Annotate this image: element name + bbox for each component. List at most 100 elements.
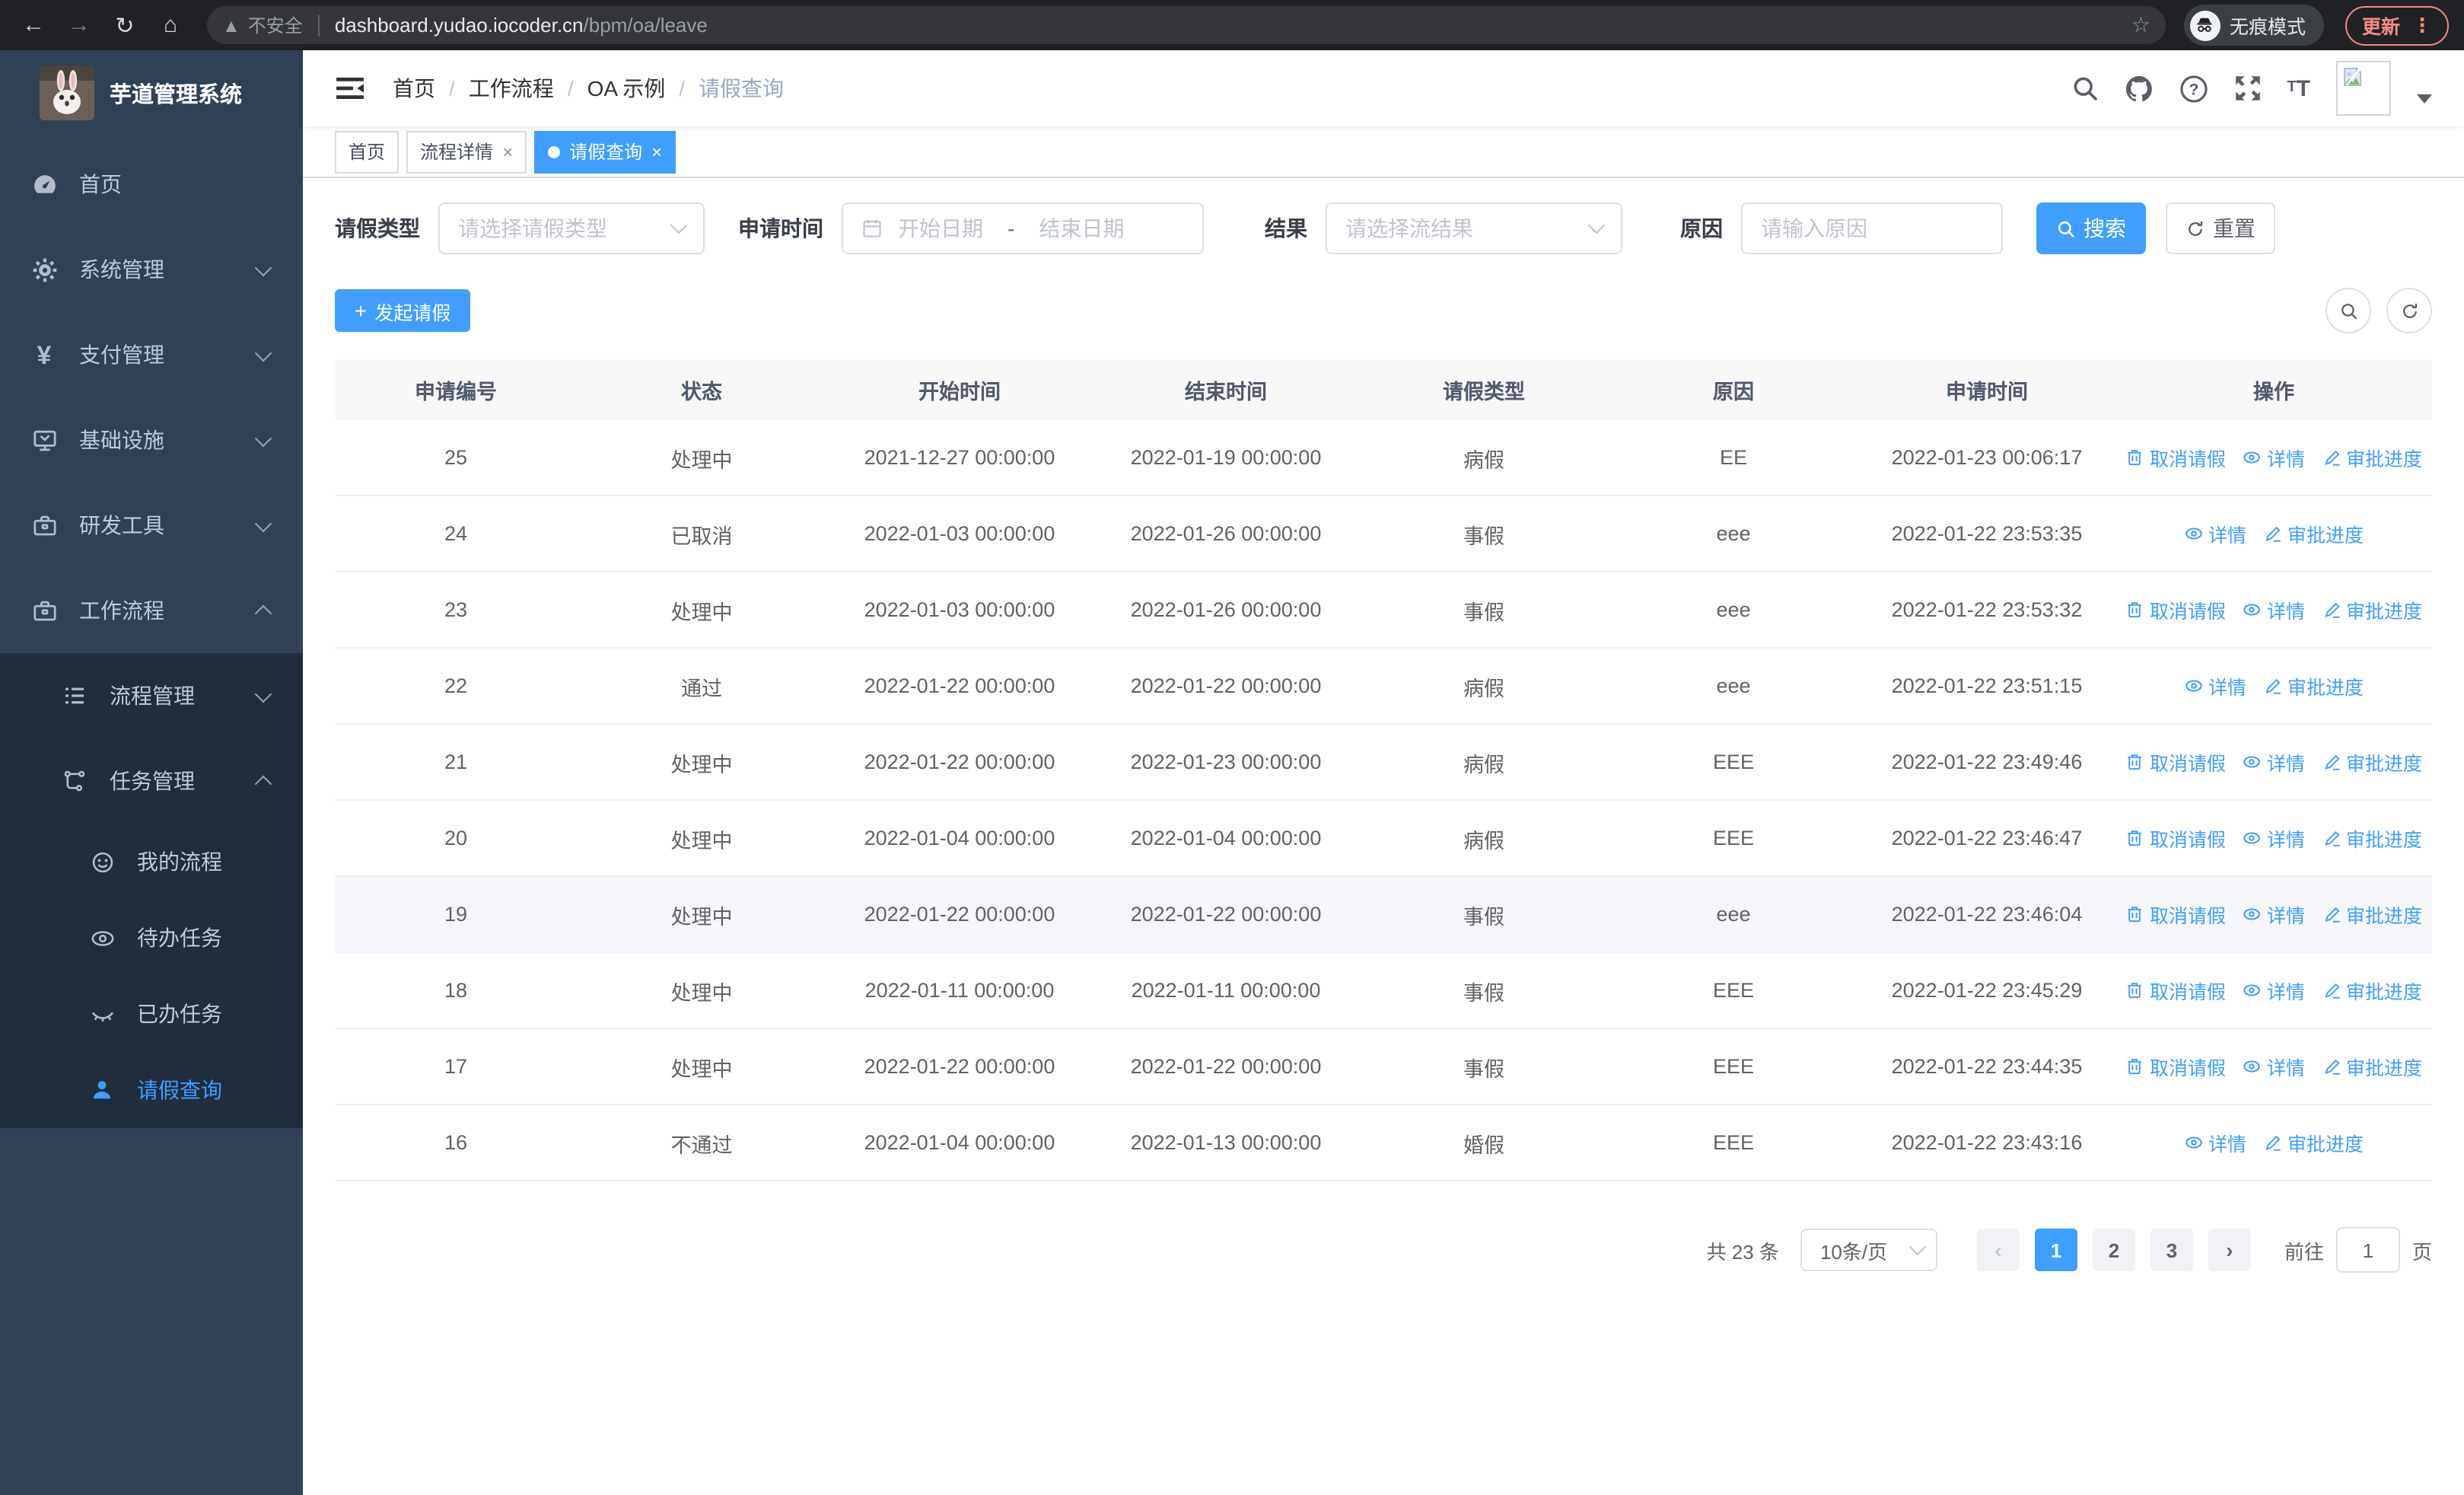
github-icon[interactable]: [2124, 74, 2153, 103]
approval-progress-link[interactable]: 审批进度: [2322, 976, 2422, 1005]
approval-progress-link[interactable]: 审批进度: [2263, 671, 2364, 700]
sidebar-item-leave-query[interactable]: 请假查询: [0, 1052, 303, 1128]
cell-type: 婚假: [1463, 1133, 1504, 1156]
sidebar-item-label: 任务管理: [110, 769, 195, 793]
forward-icon[interactable]: →: [61, 7, 97, 43]
reason-input[interactable]: 请输入原因: [1741, 202, 2003, 254]
approval-progress-link[interactable]: 审批进度: [2263, 1128, 2364, 1157]
sidebar-item-infra[interactable]: 基础设施: [0, 397, 303, 483]
approval-progress-link[interactable]: 审批进度: [2322, 748, 2422, 776]
approval-progress-link[interactable]: 审批进度: [2322, 1052, 2422, 1081]
detail-link[interactable]: 详情: [2243, 1052, 2305, 1081]
sidebar-item-workflow[interactable]: 工作流程: [0, 568, 303, 653]
cell-start: 2022-01-11 00:00:00: [864, 979, 1055, 1002]
search-button[interactable]: 搜索: [2036, 202, 2146, 254]
approval-progress-link[interactable]: 审批进度: [2322, 900, 2422, 929]
detail-link[interactable]: 详情: [2243, 748, 2305, 776]
detail-link[interactable]: 详情: [2243, 824, 2305, 853]
cell-status: 已取消: [670, 524, 733, 547]
sidebar-item-pay[interactable]: ¥ 支付管理: [0, 312, 303, 397]
cell-type: 病假: [1463, 829, 1504, 852]
cell-start: 2022-01-22 00:00:00: [864, 903, 1055, 926]
apply-time-range-picker[interactable]: 开始日期 - 结束日期: [842, 202, 1204, 254]
cell-apply: 2022-01-22 23:43:16: [1891, 1131, 2083, 1154]
app-logo-row[interactable]: 芋道管理系统: [0, 50, 303, 135]
close-icon[interactable]: ×: [502, 141, 513, 162]
detail-link[interactable]: 详情: [2243, 595, 2305, 624]
result-select[interactable]: 请选择流结果: [1326, 202, 1622, 254]
detail-link[interactable]: 详情: [2243, 900, 2305, 929]
prev-page-icon[interactable]: ‹: [1976, 1229, 2020, 1271]
sidebar-item-task-mgmt[interactable]: 任务管理: [0, 738, 303, 824]
tab-首页[interactable]: 首页: [335, 130, 400, 173]
reset-button[interactable]: 重置: [2166, 202, 2275, 254]
cancel-leave-link[interactable]: 取消请假: [2125, 443, 2226, 472]
tab-请假查询[interactable]: 请假查询 ×: [534, 130, 676, 173]
bookmark-star-icon[interactable]: ☆: [2131, 12, 2150, 38]
chevron-down-icon: [254, 514, 272, 532]
approval-progress-link[interactable]: 审批进度: [2322, 595, 2422, 624]
tab-流程详情[interactable]: 流程详情 ×: [406, 130, 527, 173]
header-search-icon[interactable]: [2071, 75, 2098, 102]
leave-type-select[interactable]: 请选择请假类型: [438, 202, 705, 254]
create-leave-button[interactable]: + 发起请假: [335, 289, 471, 332]
detail-link[interactable]: 详情: [2184, 519, 2246, 548]
browser-update-button[interactable]: 更新 ⋮: [2345, 5, 2449, 45]
sidebar-item-label: 流程管理: [110, 684, 195, 708]
cancel-leave-link[interactable]: 取消请假: [2125, 748, 2226, 776]
avatar-caret-icon[interactable]: [2417, 94, 2432, 104]
detail-link[interactable]: 详情: [2184, 671, 2246, 700]
sidebar-item-process-mgmt[interactable]: 流程管理: [0, 653, 303, 738]
page-button-1[interactable]: 1: [2034, 1229, 2077, 1271]
avatar[interactable]: [2336, 61, 2391, 116]
sidebar-item-done-task[interactable]: 已办任务: [0, 976, 303, 1052]
reload-icon[interactable]: ↻: [107, 7, 143, 43]
goto-page-input[interactable]: 1: [2335, 1227, 2400, 1273]
cancel-leave-link[interactable]: 取消请假: [2125, 1052, 2226, 1081]
page-button-2[interactable]: 2: [2092, 1229, 2135, 1271]
cell-id: 18: [444, 979, 468, 1002]
column-header: 操作: [2253, 381, 2294, 403]
sidebar-item-my-process[interactable]: 我的流程: [0, 824, 303, 900]
submenu-workflow: 流程管理任务管理我的流程 待办任务 已办任务 请假查询: [0, 653, 303, 1128]
next-page-icon[interactable]: ›: [2208, 1229, 2251, 1271]
help-icon[interactable]: ?: [2179, 74, 2208, 103]
cancel-leave-link[interactable]: 取消请假: [2125, 900, 2226, 929]
close-icon[interactable]: ×: [651, 141, 662, 162]
fullscreen-icon[interactable]: [2233, 75, 2261, 102]
font-size-icon[interactable]: TT: [2287, 77, 2310, 100]
cancel-leave-link[interactable]: 取消请假: [2125, 976, 2226, 1005]
sidebar-item-devtool[interactable]: 研发工具: [0, 483, 303, 568]
sidebar-item-todo-task[interactable]: 待办任务: [0, 900, 303, 976]
table-search-toggle-icon[interactable]: [2326, 288, 2371, 333]
page-button-3[interactable]: 3: [2150, 1229, 2193, 1271]
cancel-leave-link[interactable]: 取消请假: [2125, 824, 2226, 853]
approval-progress-link[interactable]: 审批进度: [2322, 824, 2422, 853]
home-icon[interactable]: ⌂: [152, 7, 189, 43]
back-icon[interactable]: ←: [15, 7, 52, 43]
sidebar-collapse-icon[interactable]: [335, 73, 365, 104]
cell-type: 事假: [1463, 524, 1504, 547]
breadcrumb-item[interactable]: 首页: [393, 73, 435, 104]
browser-menu-icon[interactable]: ⋮: [2412, 15, 2432, 35]
omnibox-divider: [317, 14, 320, 36]
sidebar-item-home[interactable]: 首页: [0, 142, 303, 227]
sidebar: 芋道管理系统 首页 系统管理 ¥ 支付管理 基础设施 研发工具 工作流程流程管理任务管理我的…: [0, 50, 303, 1495]
cell-start: 2022-01-22 00:00:00: [864, 1055, 1055, 1078]
table-refresh-icon[interactable]: [2386, 288, 2432, 333]
breadcrumb-item[interactable]: OA 示例: [587, 73, 666, 104]
security-warning[interactable]: ▲ 不安全: [222, 12, 303, 38]
cell-end: 2022-01-22 00:00:00: [1130, 1055, 1322, 1078]
sidebar-item-system[interactable]: 系统管理: [0, 227, 303, 312]
approval-progress-link[interactable]: 审批进度: [2263, 519, 2364, 548]
cancel-leave-link[interactable]: 取消请假: [2125, 595, 2226, 624]
detail-link[interactable]: 详情: [2184, 1128, 2246, 1157]
detail-link[interactable]: 详情: [2243, 443, 2305, 472]
breadcrumb-separator: /: [449, 76, 455, 100]
detail-link[interactable]: 详情: [2243, 976, 2305, 1005]
breadcrumb-separator: /: [567, 76, 574, 100]
page-size-select[interactable]: 10条/页: [1800, 1229, 1937, 1271]
approval-progress-link[interactable]: 审批进度: [2322, 443, 2422, 472]
breadcrumb-item[interactable]: 工作流程: [469, 73, 554, 104]
address-bar[interactable]: ▲ 不安全 dashboard.yudao.iocoder.cn/bpm/oa/…: [207, 6, 2166, 44]
